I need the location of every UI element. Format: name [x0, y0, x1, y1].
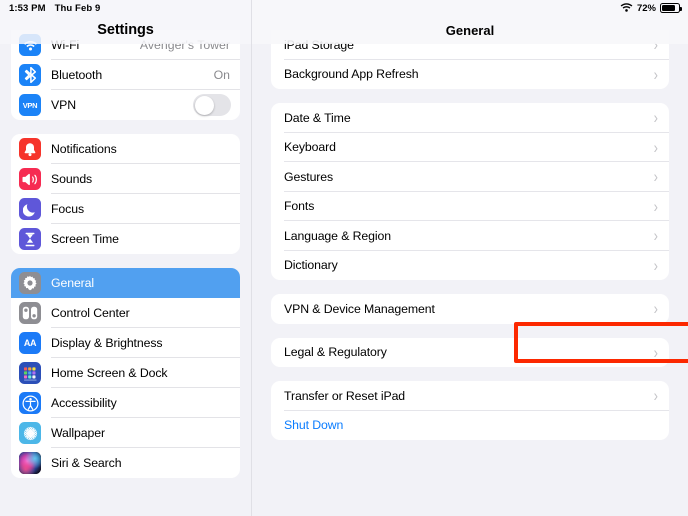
wallpaper-icon [19, 422, 41, 444]
bell-icon [19, 138, 41, 160]
speaker-icon [19, 168, 41, 190]
settings-row-gestures[interactable]: Gestures › [271, 162, 669, 192]
sliders-icon [19, 302, 41, 324]
chevron-right-icon: › [654, 66, 658, 82]
sidebar-item-control-center[interactable]: Control Center [11, 298, 240, 328]
sidebar-item-home-screen-dock[interactable]: Home Screen & Dock [11, 358, 240, 388]
chevron-right-icon: › [654, 257, 658, 273]
settings-row-label: Date & Time [284, 111, 351, 125]
vpn-toggle[interactable] [193, 94, 231, 116]
sidebar-item-label: Sounds [51, 172, 92, 186]
sidebar-scroll-area[interactable]: Wi-FiAvenger's Tower BluetoothOnVPNVPN N… [0, 0, 251, 516]
settings-row-label: Dictionary [284, 258, 338, 272]
aa-icon: AA [19, 332, 41, 354]
sidebar-item-label: Home Screen & Dock [51, 366, 167, 380]
detail-page-title: General [446, 23, 494, 38]
settings-row-dictionary[interactable]: Dictionary › [271, 251, 669, 281]
main-header: General [252, 0, 688, 44]
general-detail-panel: iPad Storage›Background App Refresh›Date… [251, 0, 688, 516]
settings-group-1: Date & Time›Keyboard›Gestures›Fonts›Lang… [271, 103, 669, 280]
settings-row-label: Legal & Regulatory [284, 345, 387, 359]
sidebar-item-label: Notifications [51, 142, 117, 156]
chevron-right-icon: › [654, 198, 658, 214]
sidebar-header: Settings [0, 0, 251, 44]
settings-row-keyboard[interactable]: Keyboard › [271, 133, 669, 163]
settings-row-label: Transfer or Reset iPad [284, 389, 405, 403]
sidebar-item-focus[interactable]: Focus [11, 194, 240, 224]
sidebar-item-label: Screen Time [51, 232, 119, 246]
chevron-right-icon: › [654, 139, 658, 155]
settings-row-label: Background App Refresh [284, 67, 419, 81]
sidebar-item-label: VPN [51, 98, 76, 112]
chevron-right-icon: › [654, 344, 658, 360]
settings-row-language-region[interactable]: Language & Region › [271, 221, 669, 251]
settings-row-fonts[interactable]: Fonts › [271, 192, 669, 222]
hourglass-icon [19, 228, 41, 250]
sidebar-item-screen-time[interactable]: Screen Time [11, 224, 240, 254]
settings-row-label: Fonts [284, 199, 314, 213]
settings-row-transfer-or-reset-ipad[interactable]: Transfer or Reset iPad › [271, 381, 669, 411]
settings-row-label: Shut Down [284, 418, 343, 432]
sidebar-item-label: Bluetooth [51, 68, 102, 82]
sidebar-item-vpn[interactable]: VPN VPN [11, 90, 240, 120]
settings-sidebar: Wi-FiAvenger's Tower BluetoothOnVPNVPN N… [0, 0, 251, 516]
settings-row-label: VPN & Device Management [284, 302, 435, 316]
settings-row-background-app-refresh[interactable]: Background App Refresh › [271, 60, 669, 90]
home-grid-icon [19, 362, 41, 384]
sidebar-item-bluetooth[interactable]: Bluetooth On [11, 60, 240, 90]
settings-group-3: Legal & Regulatory › [271, 338, 669, 368]
sidebar-item-label: Focus [51, 202, 84, 216]
chevron-right-icon: › [654, 301, 658, 317]
settings-row-label: Keyboard [284, 140, 336, 154]
sidebar-item-label: Display & Brightness [51, 336, 162, 350]
vpn-icon: VPN [19, 94, 41, 116]
sidebar-item-value: On [214, 68, 230, 82]
main-scroll-area[interactable]: iPad Storage›Background App Refresh›Date… [252, 0, 688, 516]
settings-group-4: Transfer or Reset iPad › Shut Down [271, 381, 669, 440]
sidebar-item-general[interactable]: General [11, 268, 240, 298]
accessibility-icon [19, 392, 41, 414]
sidebar-item-label: Wallpaper [51, 426, 105, 440]
ipad-settings-screen: Wi-FiAvenger's Tower BluetoothOnVPNVPN N… [0, 0, 688, 516]
siri-icon [19, 452, 41, 474]
sidebar-item-sounds[interactable]: Sounds [11, 164, 240, 194]
settings-group-2: VPN & Device Management › [271, 294, 669, 324]
sidebar-group-2: General Control Center AA Display & Bright… [11, 268, 240, 478]
sidebar-item-label: Siri & Search [51, 456, 121, 470]
chevron-right-icon: › [654, 169, 658, 185]
chevron-right-icon: › [654, 388, 658, 404]
sidebar-group-1: Notifications Sounds Focus Screen Time [11, 134, 240, 254]
settings-row-label: Gestures [284, 170, 333, 184]
sidebar-item-label: Control Center [51, 306, 130, 320]
settings-row-date-time[interactable]: Date & Time › [271, 103, 669, 133]
settings-row-vpn-device-management[interactable]: VPN & Device Management › [271, 294, 669, 324]
sidebar-item-label: General [51, 276, 94, 290]
sidebar-item-label: Accessibility [51, 396, 117, 410]
page-title: Settings [97, 22, 153, 38]
chevron-right-icon: › [654, 110, 658, 126]
gear-icon [19, 272, 41, 294]
sidebar-item-accessibility[interactable]: Accessibility [11, 388, 240, 418]
bluetooth-icon [19, 64, 41, 86]
settings-row-label: Language & Region [284, 229, 391, 243]
sidebar-item-siri-search[interactable]: Siri & Search [11, 448, 240, 478]
sidebar-item-notifications[interactable]: Notifications [11, 134, 240, 164]
settings-row-legal-regulatory[interactable]: Legal & Regulatory › [271, 338, 669, 368]
sidebar-item-wallpaper[interactable]: Wallpaper [11, 418, 240, 448]
sidebar-item-display-brightness[interactable]: AA Display & Brightness [11, 328, 240, 358]
chevron-right-icon: › [654, 228, 658, 244]
moon-icon [19, 198, 41, 220]
settings-row-shut-down[interactable]: Shut Down [271, 411, 669, 441]
